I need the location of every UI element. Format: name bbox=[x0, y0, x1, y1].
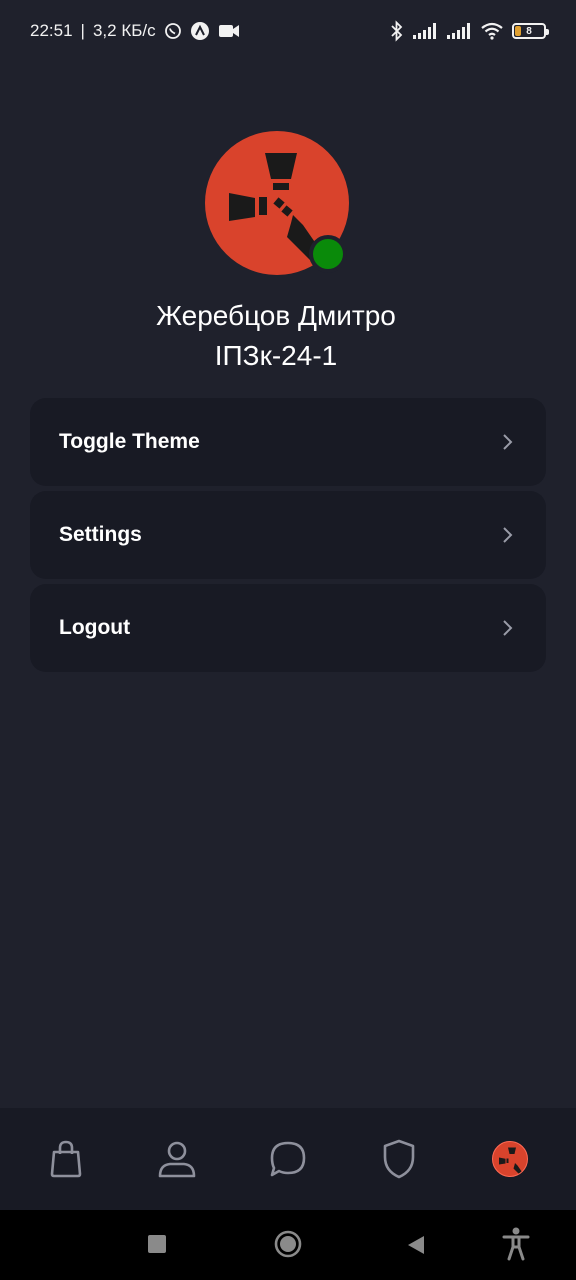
profile-menu: Toggle Theme Settings Logout bbox=[30, 398, 546, 677]
signal-icon bbox=[446, 22, 472, 40]
network-speed: 3,2 КБ/с bbox=[92, 21, 156, 40]
profile-screen: 22:51 | 3,2 КБ/с 8 Жеребцов Дмитро ІПЗк-… bbox=[0, 0, 576, 1280]
shield-icon bbox=[383, 1139, 415, 1179]
bluetooth-icon bbox=[390, 20, 404, 42]
app-icon bbox=[190, 21, 210, 41]
status-time: 22:51 bbox=[30, 21, 73, 40]
nav-account[interactable] bbox=[147, 1129, 207, 1189]
recents-icon bbox=[148, 1235, 166, 1253]
accessibility-icon bbox=[502, 1227, 530, 1261]
signal-icon bbox=[412, 22, 438, 40]
menu-item-toggle-theme[interactable]: Toggle Theme bbox=[30, 398, 546, 486]
system-navigation-bar bbox=[0, 1210, 576, 1280]
bottom-navigation bbox=[0, 1108, 576, 1210]
recents-button[interactable] bbox=[147, 1234, 167, 1254]
menu-item-logout[interactable]: Logout bbox=[30, 584, 546, 672]
online-status-indicator bbox=[309, 235, 347, 273]
user-icon bbox=[158, 1141, 196, 1178]
wifi-icon bbox=[480, 21, 504, 41]
nav-shop[interactable] bbox=[36, 1129, 96, 1189]
status-bar: 22:51 | 3,2 КБ/с 8 bbox=[0, 0, 576, 62]
status-left: 22:51 | 3,2 КБ/с bbox=[30, 21, 240, 41]
chat-icon bbox=[270, 1141, 306, 1177]
status-right: 8 bbox=[390, 20, 549, 42]
chevron-right-icon bbox=[503, 620, 513, 636]
menu-item-label: Logout bbox=[59, 616, 131, 639]
profile-name: Жеребцов Дмитро bbox=[156, 300, 396, 331]
menu-item-label: Toggle Theme bbox=[59, 430, 200, 453]
battery-icon: 8 bbox=[512, 23, 549, 39]
back-icon bbox=[408, 1236, 424, 1254]
status-divider: | bbox=[80, 21, 85, 40]
video-icon bbox=[218, 23, 240, 39]
whatsapp-icon bbox=[164, 22, 182, 40]
nav-chat[interactable] bbox=[258, 1129, 318, 1189]
menu-item-label: Settings bbox=[59, 523, 142, 546]
home-button[interactable] bbox=[274, 1230, 302, 1258]
chevron-right-icon bbox=[503, 527, 513, 543]
chevron-right-icon bbox=[503, 434, 513, 450]
profile-avatar-icon bbox=[492, 1141, 529, 1177]
menu-item-settings[interactable]: Settings bbox=[30, 491, 546, 579]
back-button[interactable] bbox=[406, 1234, 426, 1256]
nav-security[interactable] bbox=[369, 1129, 429, 1189]
battery-level: 8 bbox=[526, 25, 532, 37]
profile-avatar[interactable] bbox=[205, 131, 349, 275]
home-icon bbox=[274, 1230, 302, 1258]
accessibility-button[interactable] bbox=[502, 1227, 530, 1261]
nav-profile[interactable] bbox=[480, 1129, 540, 1189]
profile-group: ІПЗк-24-1 bbox=[214, 340, 338, 371]
shopping-bag-icon bbox=[50, 1140, 81, 1178]
